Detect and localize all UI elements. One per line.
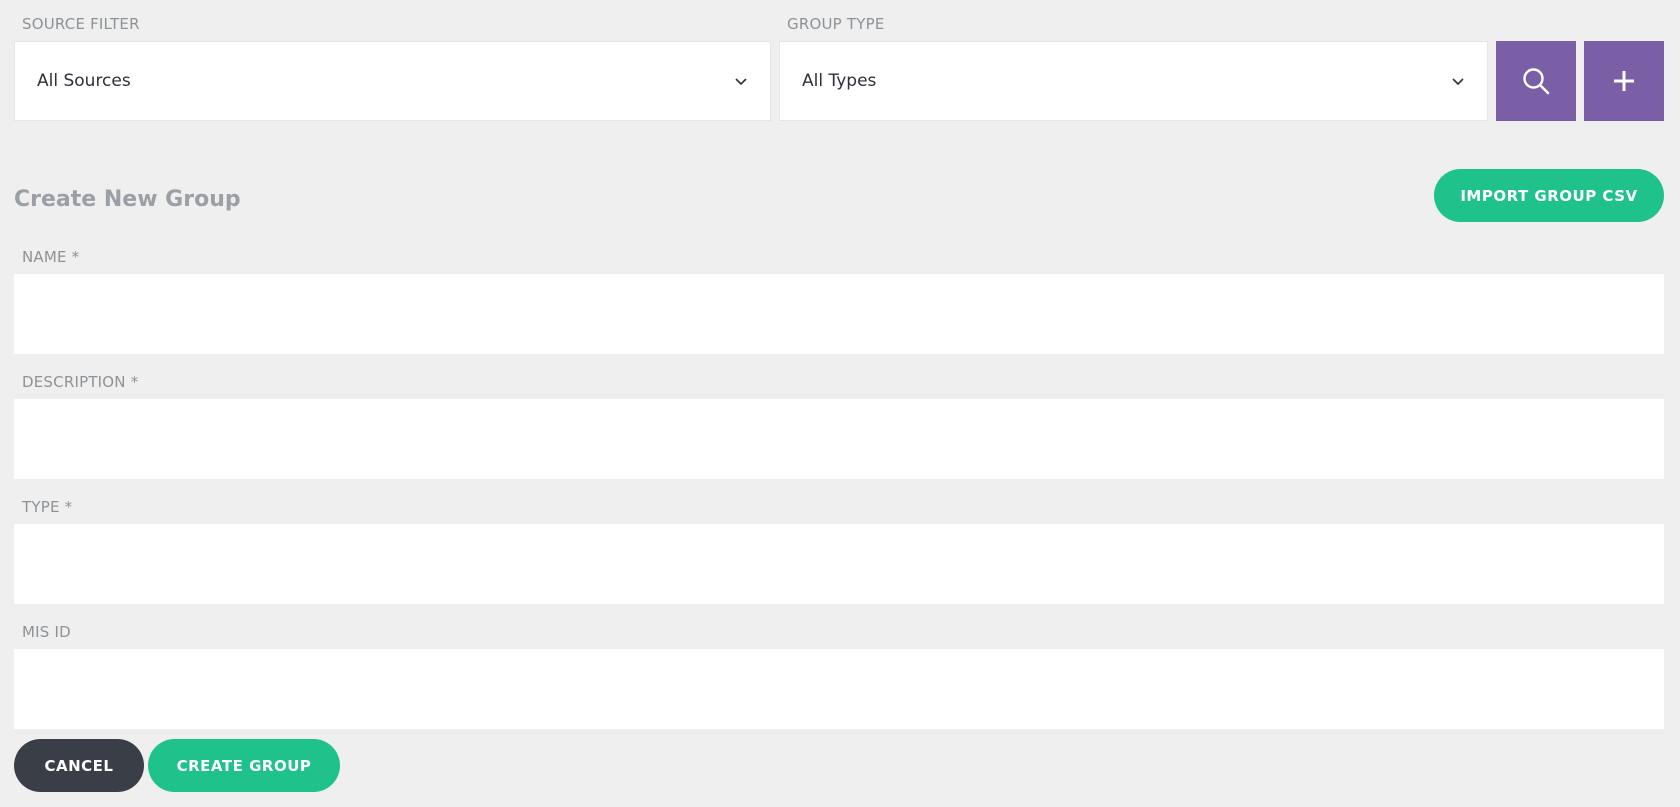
type-label: TYPE *: [22, 498, 73, 516]
search-icon: [1523, 68, 1550, 95]
source-filter-value: All Sources: [37, 71, 131, 91]
cancel-button[interactable]: CANCEL: [14, 739, 144, 792]
page-title: Create New Group: [14, 187, 241, 212]
chevron-down-icon: [735, 78, 747, 86]
plus-icon: [1614, 71, 1634, 91]
source-filter-select[interactable]: All Sources: [14, 41, 771, 121]
mis-id-label: MIS ID: [22, 623, 71, 641]
source-filter-label: SOURCE FILTER: [22, 15, 140, 33]
group-type-value: All Types: [802, 71, 877, 91]
create-group-page: SOURCE FILTER All Sources GROUP TYPE All…: [0, 0, 1680, 807]
import-group-csv-button[interactable]: IMPORT GROUP CSV: [1434, 169, 1664, 222]
chevron-down-icon: [1452, 78, 1464, 86]
name-label: NAME *: [22, 248, 80, 266]
mis-id-field[interactable]: [14, 649, 1664, 729]
description-label: DESCRIPTION *: [22, 373, 139, 391]
type-field[interactable]: [14, 524, 1664, 604]
name-field[interactable]: [14, 274, 1664, 354]
create-group-button[interactable]: CREATE GROUP: [148, 739, 340, 792]
add-button[interactable]: [1584, 41, 1664, 121]
search-button[interactable]: [1496, 41, 1576, 121]
group-type-select[interactable]: All Types: [779, 41, 1488, 121]
group-type-label: GROUP TYPE: [787, 15, 885, 33]
description-field[interactable]: [14, 399, 1664, 479]
